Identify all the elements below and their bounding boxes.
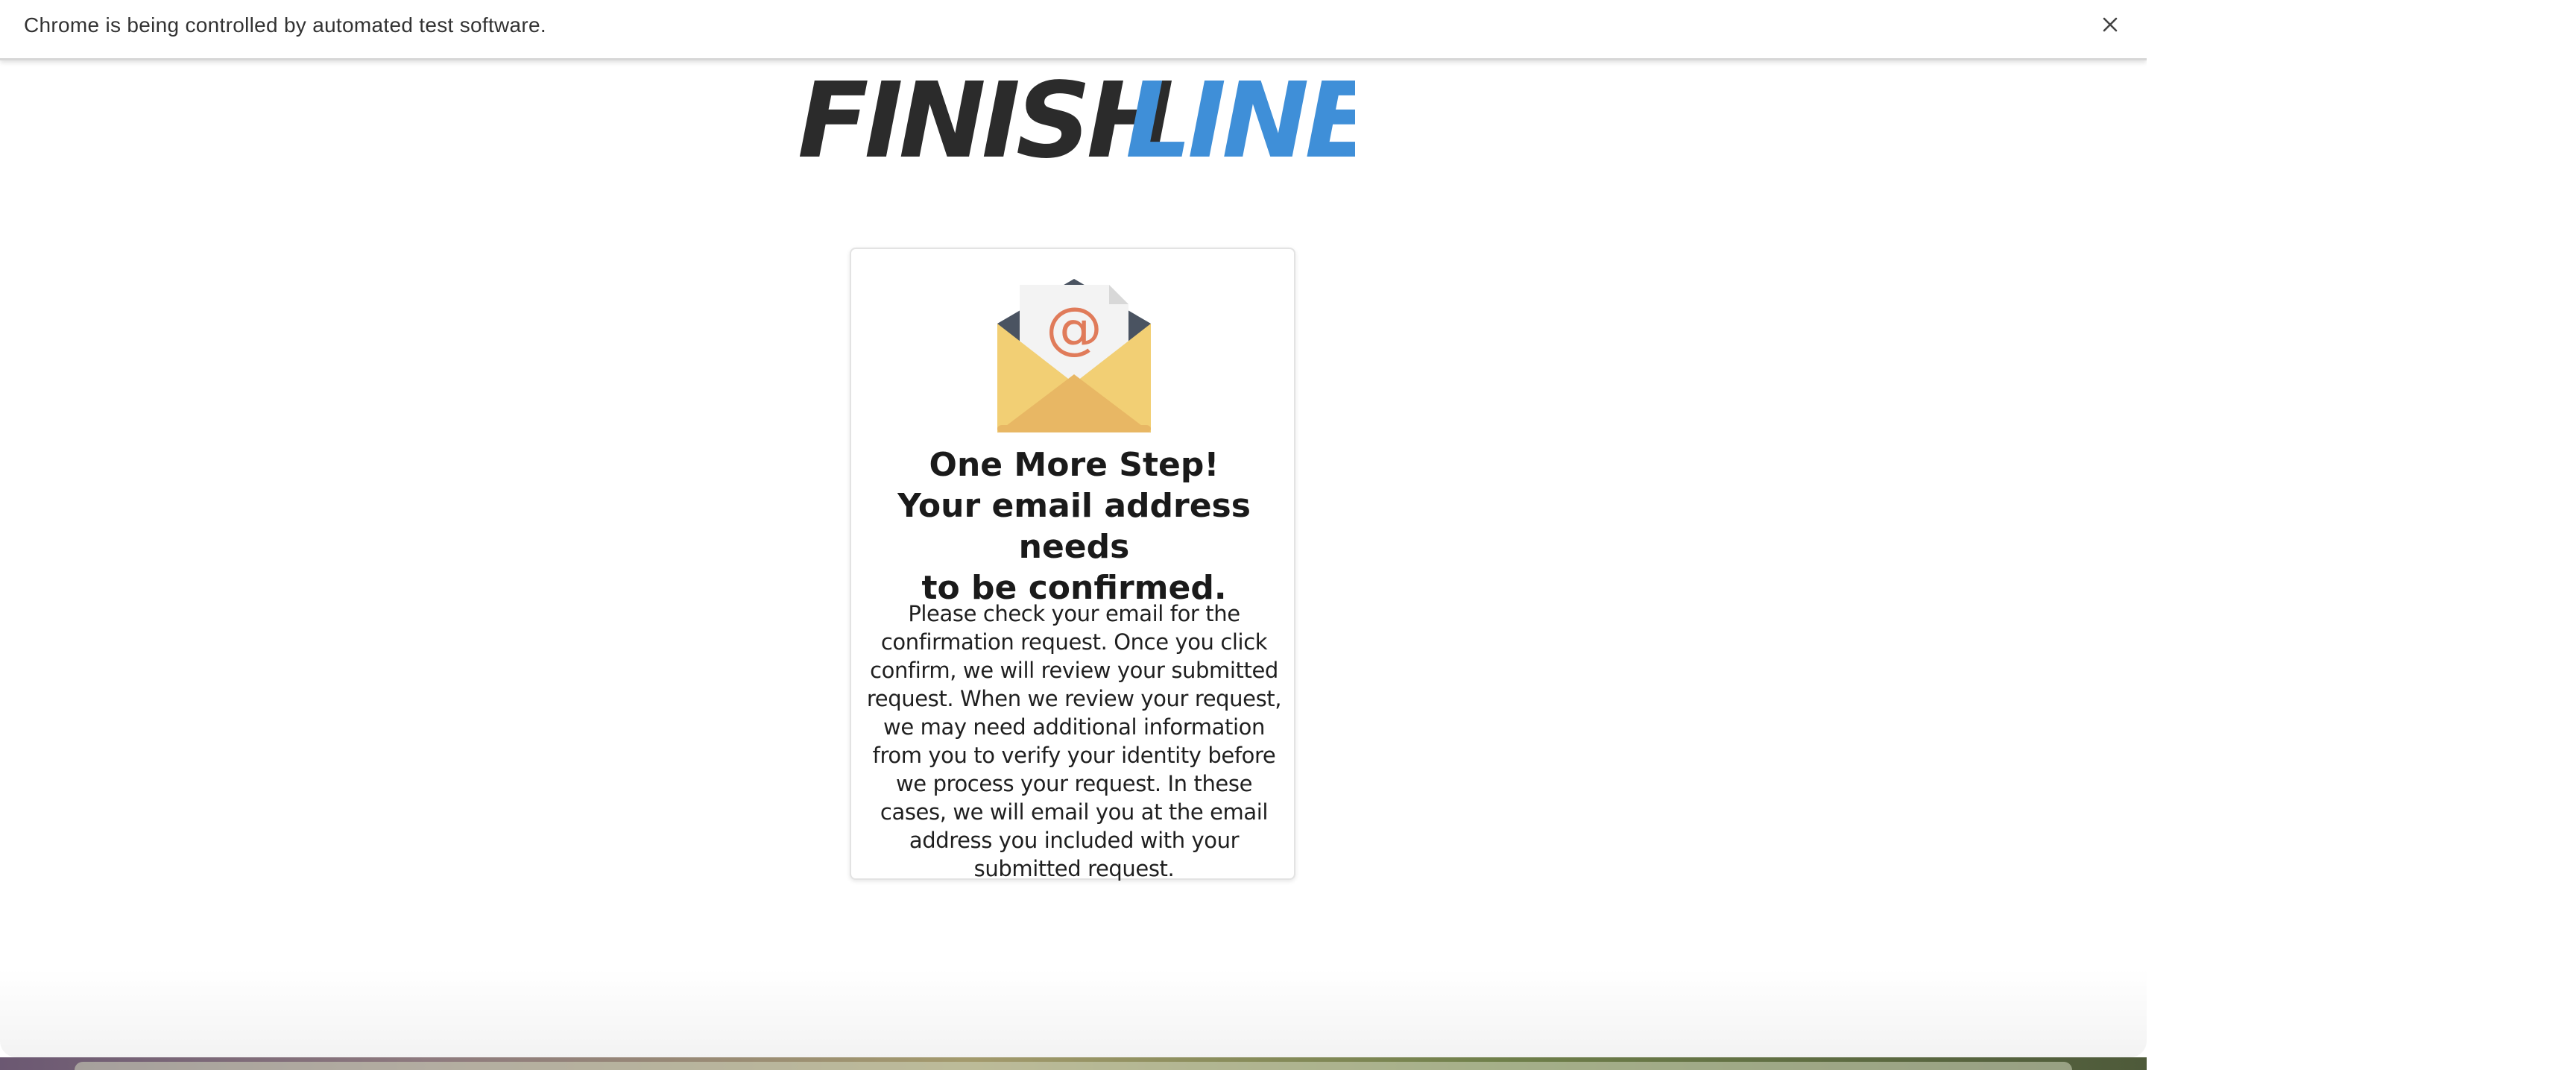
window-bottom-fade — [0, 969, 2147, 1057]
logo-trademark: ™ — [1338, 151, 1348, 163]
dock-edge — [75, 1062, 2072, 1070]
svg-text:@: @ — [1046, 295, 1102, 361]
automation-infobar: Chrome is being controlled by automated … — [0, 0, 2147, 60]
title-line-2: Your email address needs — [897, 487, 1251, 566]
page-title: One More Step! Your email address needs … — [866, 444, 1282, 608]
finish-line-logo: FINISH LINE ™ — [798, 70, 1355, 164]
logo-word-finish: FINISH — [798, 70, 1172, 164]
confirmation-card: @ One More Step! Your email address need… — [850, 248, 1295, 881]
close-icon[interactable] — [2099, 13, 2121, 36]
browser-window: Chrome is being controlled by automated … — [0, 0, 2147, 1057]
infobar-message: Chrome is being controlled by automated … — [24, 13, 546, 37]
empty-area — [2147, 0, 2576, 1070]
title-line-1: One More Step! — [929, 446, 1219, 484]
email-envelope-icon: @ — [997, 279, 1151, 432]
logo-word-line: LINE — [1126, 70, 1355, 164]
confirmation-message: Please check your email for the confirma… — [866, 601, 1282, 881]
